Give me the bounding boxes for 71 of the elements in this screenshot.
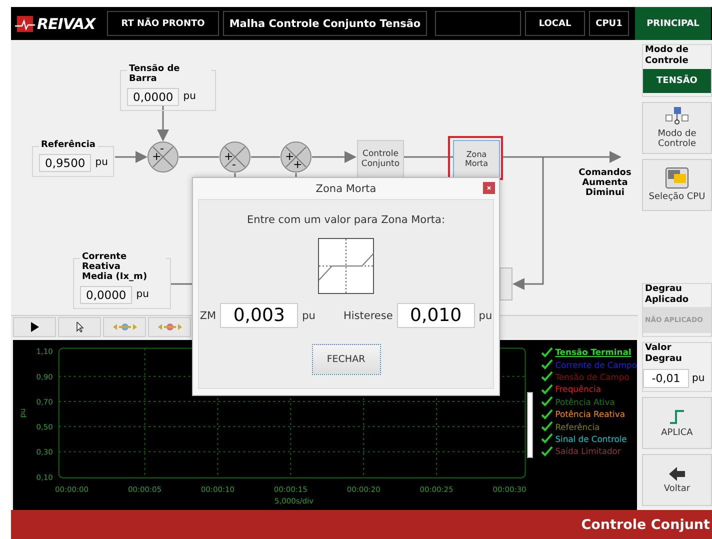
- mode-value: TENSÃO: [643, 68, 711, 93]
- check-icon[interactable]: [541, 359, 554, 370]
- play-icon: [30, 322, 40, 332]
- check-icon[interactable]: [541, 421, 554, 432]
- dead-zone-graph-icon: [318, 238, 374, 294]
- apply-button[interactable]: APLICA: [642, 397, 712, 449]
- windows-icon: [665, 167, 689, 190]
- check-icon[interactable]: [541, 408, 554, 420]
- value-field: 0,0000: [127, 88, 180, 106]
- check-icon[interactable]: [541, 433, 554, 444]
- unit-label: pu: [95, 157, 108, 168]
- value-field: 0,0000: [80, 286, 132, 304]
- pointer-icon: [76, 322, 84, 332]
- legend-item[interactable]: Potência Ativa: [555, 396, 615, 407]
- close-button[interactable]: FECHAR: [312, 344, 380, 375]
- unit-label: pu: [692, 373, 705, 384]
- status-indicator: RT NÃO PRONTO: [107, 11, 219, 36]
- connector-arrow: [115, 151, 148, 163]
- logo-icon: [15, 14, 35, 32]
- side-button[interactable]: Seleção CPU: [642, 158, 712, 211]
- field-label: Histerese: [343, 310, 393, 322]
- unit-label: pu: [478, 310, 492, 322]
- check-icon[interactable]: [541, 371, 554, 382]
- back-button[interactable]: Voltar: [642, 454, 712, 506]
- step-value-field[interactable]: -0,01: [643, 369, 689, 388]
- double-arrow-icon: [158, 322, 182, 332]
- unit-label: pu: [183, 91, 196, 102]
- legend-scrollbar[interactable]: [527, 392, 534, 458]
- legend-item[interactable]: Frequência: [555, 384, 601, 394]
- value-field: 0,9500: [39, 154, 92, 172]
- double-arrow-icon: [112, 322, 136, 332]
- legend-item[interactable]: Sinal de Controle: [555, 434, 627, 444]
- nodes-icon: [665, 106, 689, 126]
- connector-arrow: [312, 151, 356, 163]
- arrow-left-icon: [669, 466, 685, 480]
- control-block[interactable]: Zona Morta: [453, 140, 500, 178]
- legend-item[interactable]: Potência Reativa: [555, 409, 625, 420]
- footer-title: Controle Conjunt: [581, 516, 710, 532]
- dialog-title: Zona Morta: [316, 182, 376, 194]
- check-icon[interactable]: [541, 346, 554, 358]
- input-field[interactable]: 0,003: [220, 303, 298, 328]
- legend-item[interactable]: Tensão Terminal: [555, 347, 632, 358]
- control-block[interactable]: Controle Conjunto: [357, 140, 404, 178]
- field-label: ZM: [200, 310, 216, 322]
- mode-indicator: LOCAL: [525, 11, 585, 36]
- play-button[interactable]: [13, 317, 56, 337]
- cpu-indicator: CPU1: [589, 11, 629, 36]
- input-field[interactable]: 0,010: [396, 303, 475, 328]
- zoom-reset-button[interactable]: [148, 317, 191, 337]
- summing-junction: + +: [280, 141, 312, 173]
- summing-junction: + -: [147, 141, 179, 173]
- step-icon: [669, 408, 685, 424]
- connector-line: [179, 156, 219, 158]
- group-label: Corrente Reativa Media (Ix_m): [80, 253, 166, 283]
- check-icon[interactable]: [541, 384, 554, 395]
- logo-text: REIVAX: [37, 14, 96, 32]
- connector-line: [403, 156, 453, 158]
- close-icon[interactable]: [483, 182, 495, 194]
- role-indicator: PRINCIPAL: [635, 7, 711, 40]
- legend-item[interactable]: Referência: [555, 422, 600, 432]
- summing-junction: + -: [219, 141, 251, 173]
- unit-label: pu: [302, 310, 316, 322]
- connector-line: [251, 156, 280, 158]
- screen-title: Malha Controle Conjunto Tensão: [223, 11, 427, 36]
- output-label: Comandos Aumenta Diminui: [578, 168, 632, 198]
- check-icon[interactable]: [541, 446, 554, 457]
- check-icon[interactable]: [541, 396, 554, 408]
- side-button[interactable]: Modo de Controle: [642, 102, 712, 154]
- dialog-prompt: Entre com um valor para Zona Morta:: [246, 214, 446, 226]
- unit-label: pu: [136, 289, 149, 300]
- pointer-button[interactable]: [58, 317, 101, 337]
